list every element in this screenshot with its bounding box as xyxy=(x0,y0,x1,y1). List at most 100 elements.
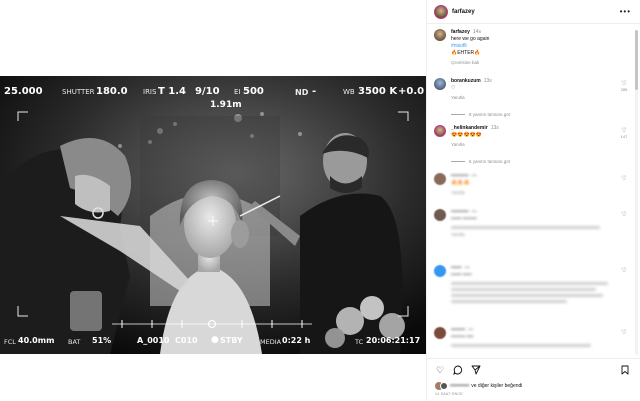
view-replies-label[interactable]: 5 yanıtın tümünü gör xyxy=(469,159,510,164)
comment-like[interactable]: ♡ 285 xyxy=(618,80,630,93)
ei-value: 500 xyxy=(243,86,264,97)
comment-avatar[interactable] xyxy=(434,78,446,90)
comment-avatar[interactable] xyxy=(434,173,446,185)
post-photo[interactable]: 25.000 SHUTTER 180.0 IRIS T 1.4 9/10 EI … xyxy=(0,76,426,354)
comment-item: •••••••••• ••• •••••• •••••••• Yanıtla ♡ xyxy=(434,209,630,239)
caption-line-1: here we go again xyxy=(451,36,490,42)
ei-label: EI xyxy=(234,88,241,96)
comment-item: borankuzum 13s ♡ Yanıtla ♡ 285 xyxy=(434,78,630,102)
exposure-scale xyxy=(112,319,312,329)
caption-avatar[interactable] xyxy=(434,29,446,41)
reply-link[interactable]: Yanıtla xyxy=(451,189,616,196)
caption: farfazey 14s here we go again #nisofli 🔥E… xyxy=(434,29,630,69)
blurred-text-line xyxy=(451,288,597,291)
comment-text: 😍😍😍😍😍 xyxy=(451,132,483,138)
comment-like-count: 285 xyxy=(620,87,628,92)
likes-summary[interactable]: ••••••••••• ve diğer kişiler beğendi xyxy=(435,382,522,390)
comments-list[interactable]: farfazey 14s here we go again #nisofli 🔥E… xyxy=(427,25,640,357)
comments-scrollbar[interactable] xyxy=(635,30,638,355)
blurred-text-line xyxy=(451,294,603,297)
comment-avatar[interactable] xyxy=(434,265,446,277)
liker-username[interactable]: ••••••••••• xyxy=(450,383,469,389)
comment-avatar[interactable] xyxy=(434,327,446,339)
comment-like[interactable]: ♡ xyxy=(618,329,630,336)
battery-label: BAT xyxy=(68,338,81,346)
comment-time: ••• xyxy=(471,209,477,215)
view-replies-label[interactable]: 8 yanıtın tümünü gör xyxy=(469,112,510,117)
comment-username[interactable]: •••••••••• xyxy=(451,209,469,215)
shutter-value: 180.0 xyxy=(96,86,128,97)
replies-divider xyxy=(451,161,465,162)
wb-value: 3500 K xyxy=(358,86,398,97)
shutter-label: SHUTTER xyxy=(62,88,95,96)
heart-icon[interactable]: ♡ xyxy=(621,330,626,336)
timecode-value: 20:06:21:17 xyxy=(366,336,421,345)
iris-label: IRIS xyxy=(143,88,157,96)
wb-label: WB xyxy=(343,88,355,96)
author-avatar[interactable] xyxy=(434,4,448,19)
comments-panel: farfazey ••• farfazey 14s here we go agai… xyxy=(426,0,640,401)
record-dot-icon: ● xyxy=(211,335,219,345)
comment-text: •••••• •••••••• xyxy=(451,216,477,222)
liker-avatar xyxy=(440,382,448,390)
heart-icon[interactable]: ♡ xyxy=(435,365,445,375)
blurred-text-line xyxy=(451,282,608,285)
comment-like[interactable]: ♡ xyxy=(618,211,630,218)
comment-like[interactable]: ♡ 147 xyxy=(618,127,630,140)
comment-username[interactable]: •••••• xyxy=(451,265,462,271)
comment-username[interactable]: •••••••• xyxy=(451,327,465,333)
comment-time: ••• xyxy=(468,327,474,333)
heart-icon[interactable]: ♡ xyxy=(621,176,626,182)
reply-link[interactable]: Yanıtla xyxy=(451,141,616,148)
battery-value: 51% xyxy=(92,336,112,345)
blurred-text-line xyxy=(451,300,567,303)
reply-link[interactable]: Yanıtla xyxy=(451,94,616,101)
comment-item: •••••• ••• •••••• ••••• ♡ xyxy=(434,265,630,315)
comment-time: 13s xyxy=(490,125,499,131)
view-replies[interactable]: 8 yanıtın tümünü gör xyxy=(451,112,510,117)
view-replies[interactable]: 5 yanıtın tümünü gör xyxy=(451,159,510,164)
comment-time: ••• xyxy=(464,265,470,271)
more-icon[interactable]: ••• xyxy=(620,7,631,16)
caption-username[interactable]: farfazey xyxy=(451,29,470,35)
standby-status: STBY xyxy=(220,336,243,345)
caption-hashtag[interactable]: #nisofli xyxy=(451,43,616,50)
focus-distance: 1.91m xyxy=(210,100,242,110)
blurred-text-line xyxy=(451,344,592,347)
comment-text: ♡ xyxy=(451,85,456,91)
media-value: 0:22 h xyxy=(282,336,311,345)
caption-line-3: 🔥EHTER🔥 xyxy=(451,50,481,56)
caption-time: 14s xyxy=(472,29,481,35)
comment-item: •••••••••• ••• 🔥🔥🔥 Yanıtla ♡ xyxy=(434,173,630,197)
bookmark-icon[interactable] xyxy=(620,365,630,375)
comment-avatar[interactable] xyxy=(434,209,446,221)
comment-username[interactable]: •••••••••• xyxy=(451,173,469,179)
timecode-label: TC xyxy=(355,338,364,346)
heart-icon[interactable]: ♡ xyxy=(621,268,626,274)
set-photo-scene xyxy=(0,76,426,354)
camera-hud-bottom: FCL 40.0mm BAT 51% A_0010 C010 ● STBY ME… xyxy=(0,332,426,350)
scrollbar-thumb[interactable] xyxy=(635,30,638,90)
comment-like[interactable]: ♡ xyxy=(618,175,630,182)
post-header: farfazey ••• xyxy=(427,0,640,24)
heart-icon[interactable]: ♡ xyxy=(621,212,626,218)
reply-link[interactable]: Yanıtla xyxy=(451,231,616,238)
clip-name: A_0010 xyxy=(137,336,170,345)
lens-label: FCL xyxy=(4,338,16,346)
comment-avatar[interactable] xyxy=(434,125,446,137)
comment-icon[interactable] xyxy=(453,365,463,375)
comment-username[interactable]: borankuzum xyxy=(451,78,481,84)
tint-value: +0.0 C xyxy=(398,86,426,97)
comment-like-count: 147 xyxy=(620,134,628,139)
author-username[interactable]: farfazey xyxy=(452,9,475,15)
comment-username[interactable]: _helinkandemir xyxy=(451,125,488,131)
comment-text: •••••• ••••• xyxy=(451,272,472,278)
comment-text: •••••••• •••• xyxy=(451,334,474,340)
comment-like[interactable]: ♡ xyxy=(618,267,630,274)
replies-divider xyxy=(451,114,465,115)
blurred-text-line xyxy=(451,226,600,229)
comment-item: •••••••• ••• •••••••• •••• ♡ xyxy=(434,327,630,355)
comment-text: 🔥🔥🔥 xyxy=(451,180,470,186)
send-icon[interactable] xyxy=(471,365,481,375)
translate-link[interactable]: Çevirisine bak xyxy=(451,59,616,66)
